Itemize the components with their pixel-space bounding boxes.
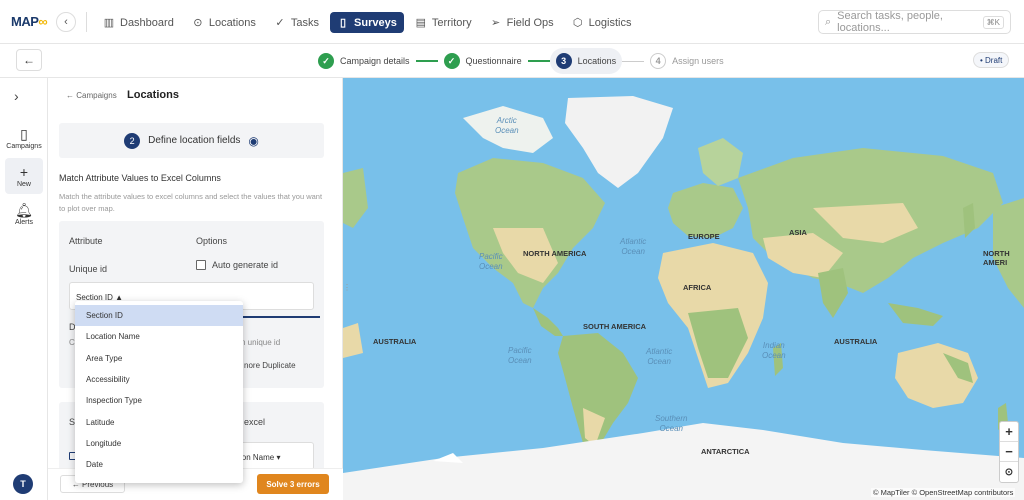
panel-resize-handle[interactable]: ⋮ bbox=[343, 283, 351, 297]
step-campaign-details[interactable]: ✓ Campaign details bbox=[312, 48, 416, 74]
step-check-icon: ✓ bbox=[318, 53, 334, 69]
step-connector bbox=[527, 60, 550, 62]
top-bar: MAP∞ ‹ ▥ Dashboard ⊙ Locations ✓ Tasks ▯ Sur… bbox=[0, 0, 1024, 44]
reset-north-button[interactable]: ⊙ bbox=[1000, 462, 1018, 482]
chevron-right-icon: › bbox=[14, 88, 19, 104]
nav-logistics[interactable]: ⬡ Logistics bbox=[565, 12, 639, 33]
partial-label: nore Duplicate bbox=[244, 361, 296, 370]
nav-territory[interactable]: ▤ Territory bbox=[408, 12, 479, 33]
map-label-europe: EUROPE bbox=[688, 232, 720, 241]
world-map[interactable]: Arctic Ocean Pacific Ocean Atlantic Ocea… bbox=[343, 78, 1024, 500]
step-card: 2 Define location fields ◉ bbox=[59, 123, 324, 158]
nav-tasks[interactable]: ✓ Tasks bbox=[267, 12, 326, 33]
step-check-icon: ✓ bbox=[443, 53, 460, 69]
pin-icon: ⊙ bbox=[193, 17, 203, 29]
main-nav: ▥ Dashboard ⊙ Locations ✓ Tasks ▯ Surveys ▤ T… bbox=[96, 12, 638, 33]
send-icon: ➢ bbox=[490, 17, 501, 29]
nav-dashboard[interactable]: ▥ Dashboard bbox=[96, 12, 181, 33]
rail-item-campaigns[interactable]: ▯ Campaigns bbox=[5, 120, 43, 156]
shortcut-badge: ⌘K bbox=[982, 15, 1004, 29]
bar-chart-icon: ▥ bbox=[103, 17, 115, 29]
auto-generate-option[interactable]: Auto generate id bbox=[196, 260, 278, 270]
map-label-asia: ASIA bbox=[789, 228, 807, 237]
nav-locations[interactable]: ⊙ Locations bbox=[185, 12, 263, 33]
step-connector bbox=[622, 60, 645, 62]
dropdown-option[interactable]: Accessibility bbox=[75, 369, 243, 390]
search-input[interactable]: Search tasks, people, locations... bbox=[837, 10, 976, 34]
nav-field-ops[interactable]: ➢ Field Ops bbox=[483, 12, 561, 33]
divider bbox=[86, 12, 87, 32]
step-number: 2 bbox=[124, 132, 141, 149]
stepper: ✓ Campaign details ✓ Questionnaire 3 Locati… bbox=[312, 48, 730, 74]
app-logo[interactable]: MAP∞ bbox=[11, 14, 48, 29]
dropdown-option[interactable]: Section ID bbox=[75, 305, 243, 327]
search-icon: ⌕ bbox=[825, 15, 832, 28]
arrow-left-icon: ← bbox=[23, 53, 35, 67]
nav-surveys[interactable]: ▯ Surveys bbox=[330, 12, 404, 33]
auto-generate-checkbox[interactable] bbox=[196, 260, 206, 270]
partial-label: n unique id bbox=[241, 338, 281, 347]
map-label-atlantic-north: Atlantic Ocean bbox=[620, 237, 647, 256]
plus-icon: + bbox=[19, 163, 29, 180]
section-title: Match Attribute Values to Excel Columns bbox=[59, 173, 221, 183]
map-icon: ▤ bbox=[415, 17, 427, 29]
map-label-australia-right: AUSTRALIA bbox=[834, 337, 878, 346]
step-locations[interactable]: 3 Locations bbox=[549, 48, 623, 74]
unique-id-label: Unique id bbox=[69, 264, 108, 274]
status-badge: • Draft bbox=[973, 52, 1010, 68]
nav-back-button[interactable]: ‹ bbox=[56, 12, 76, 32]
dropdown-option[interactable]: Inspection Type bbox=[75, 390, 243, 411]
dropdown-option[interactable]: Location Name bbox=[75, 326, 243, 347]
map-label-antarctica: ANTARCTICA bbox=[701, 447, 750, 456]
expand-rail-button[interactable]: › bbox=[14, 88, 19, 104]
stepper-bar: ← ✓ Campaign details ✓ Questionnaire 3 Loca… bbox=[0, 44, 1024, 78]
step-questionnaire[interactable]: ✓ Questionnaire bbox=[438, 48, 528, 74]
map-label-north-america-right: NORTH AMERI bbox=[983, 249, 1010, 267]
search-box[interactable]: ⌕ Search tasks, people, locations... ⌘K bbox=[818, 10, 1011, 34]
dropdown-option[interactable]: Date bbox=[75, 454, 243, 475]
section-description: Match the attribute values to excel colu… bbox=[59, 192, 323, 213]
rail-item-alerts[interactable]: 🔔︎ Alerts bbox=[5, 196, 43, 232]
partial-label: excel bbox=[244, 417, 266, 427]
back-button[interactable]: ← bbox=[16, 49, 42, 71]
rail-item-new[interactable]: + New bbox=[5, 158, 43, 194]
box-icon: ⬡ bbox=[572, 17, 583, 29]
map-zoom-controls: + − ⊙ bbox=[999, 421, 1019, 483]
map-label-pacific-south: Pacific Ocean bbox=[508, 346, 532, 365]
clipboard-icon: ▯ bbox=[340, 17, 347, 29]
column-header-options: Options bbox=[196, 236, 228, 246]
left-rail: › ▯ Campaigns + New 🔔︎ Alerts T bbox=[0, 78, 48, 500]
step-number: 4 bbox=[650, 53, 667, 69]
check-icon: ✓ bbox=[275, 17, 285, 29]
step-connector bbox=[415, 60, 438, 62]
clipboard-icon: ▯ bbox=[20, 125, 28, 142]
dropdown-option[interactable]: Latitude bbox=[75, 411, 243, 432]
solve-errors-button[interactable]: Solve 3 errors bbox=[257, 474, 329, 494]
step-number: 3 bbox=[555, 53, 572, 69]
zoom-in-button[interactable]: + bbox=[1000, 422, 1018, 442]
step-card-label: Define location fields bbox=[148, 135, 241, 146]
bell-icon: 🔔︎ bbox=[15, 201, 33, 218]
chevron-left-icon: ‹ bbox=[64, 16, 68, 28]
dropdown-option[interactable]: Area Type bbox=[75, 348, 243, 369]
column-header-attribute: Attribute bbox=[69, 236, 103, 246]
map-label-africa: AFRICA bbox=[683, 283, 712, 292]
map-label-southern: Southern Ocean bbox=[655, 414, 688, 433]
breadcrumb-campaigns[interactable]: ← Campaigns bbox=[66, 91, 117, 100]
map-label-pacific-north: Pacific Ocean bbox=[479, 252, 503, 271]
map-label-north-america: NORTH AMERICA bbox=[523, 249, 587, 258]
map-attribution[interactable]: © MapTiler © OpenStreetMap contributors bbox=[871, 488, 1016, 497]
attribute-dropdown: Section ID Location Name Area Type Acces… bbox=[75, 301, 243, 483]
map-label-indian: Indian Ocean bbox=[762, 341, 786, 360]
eye-icon[interactable]: ◉ bbox=[248, 134, 258, 148]
map-label-atlantic-south: Atlantic Ocean bbox=[646, 347, 673, 366]
step-assign-users[interactable]: 4 Assign users bbox=[644, 48, 730, 74]
zoom-out-button[interactable]: − bbox=[1000, 442, 1018, 462]
map-label-australia-left: AUSTRALIA bbox=[373, 337, 417, 346]
map-label-south-america: SOUTH AMERICA bbox=[583, 322, 647, 331]
map-label-arctic: Arctic Ocean bbox=[495, 116, 519, 135]
page-title: Locations bbox=[127, 89, 179, 101]
avatar[interactable]: T bbox=[13, 474, 33, 494]
dropdown-option[interactable]: Longitude bbox=[75, 433, 243, 454]
